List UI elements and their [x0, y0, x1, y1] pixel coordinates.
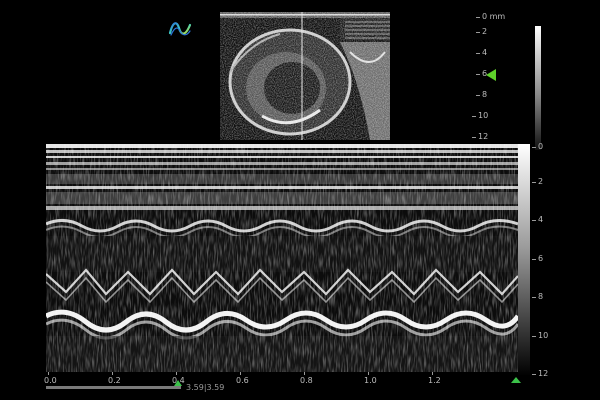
mm-depth-label: 10 — [531, 331, 549, 340]
bmode-image[interactable] — [220, 12, 390, 140]
mm-depth-label: 8 — [531, 292, 544, 301]
playhead-marker-icon[interactable] — [174, 380, 182, 386]
focus-marker-icon[interactable] — [486, 69, 496, 81]
app-logo-icon — [168, 17, 192, 39]
mm-depth-label: 2 — [531, 177, 544, 186]
time-axis: 0.0 0.2 0.4 0.6 0.8 1.0 1.2 — [44, 372, 518, 392]
mmode-trace[interactable] — [46, 144, 518, 372]
end-marker-icon[interactable] — [511, 377, 521, 383]
time-label: 0.6 — [236, 372, 249, 385]
depth-label-10: 10 — [471, 111, 489, 120]
time-label: 0.8 — [300, 372, 313, 385]
cine-scroll-bar[interactable] — [46, 386, 181, 389]
time-label: 1.2 — [428, 372, 441, 385]
time-label: 0.0 — [44, 372, 57, 385]
time-label: 0.2 — [108, 372, 121, 385]
cine-position-text: 3.59|3.59 — [186, 383, 225, 392]
depth-label-2: 2 — [475, 27, 488, 36]
mm-depth-label: 6 — [531, 254, 544, 263]
grayscale-map — [518, 144, 530, 376]
time-label: 1.0 — [364, 372, 377, 385]
mmode-depth-scale: 0 2 4 6 8 10 12 — [531, 142, 572, 380]
depth-label-4: 4 — [475, 48, 488, 57]
grayscale-map-top — [535, 26, 541, 150]
mm-depth-label: 12 — [531, 369, 549, 378]
depth-label-12: 12 — [471, 132, 489, 141]
mm-depth-label: 4 — [531, 215, 544, 224]
depth-label-8: 8 — [475, 90, 488, 99]
mm-depth-label: 0 — [531, 142, 544, 151]
depth-label-0: 0 mm — [475, 12, 506, 21]
